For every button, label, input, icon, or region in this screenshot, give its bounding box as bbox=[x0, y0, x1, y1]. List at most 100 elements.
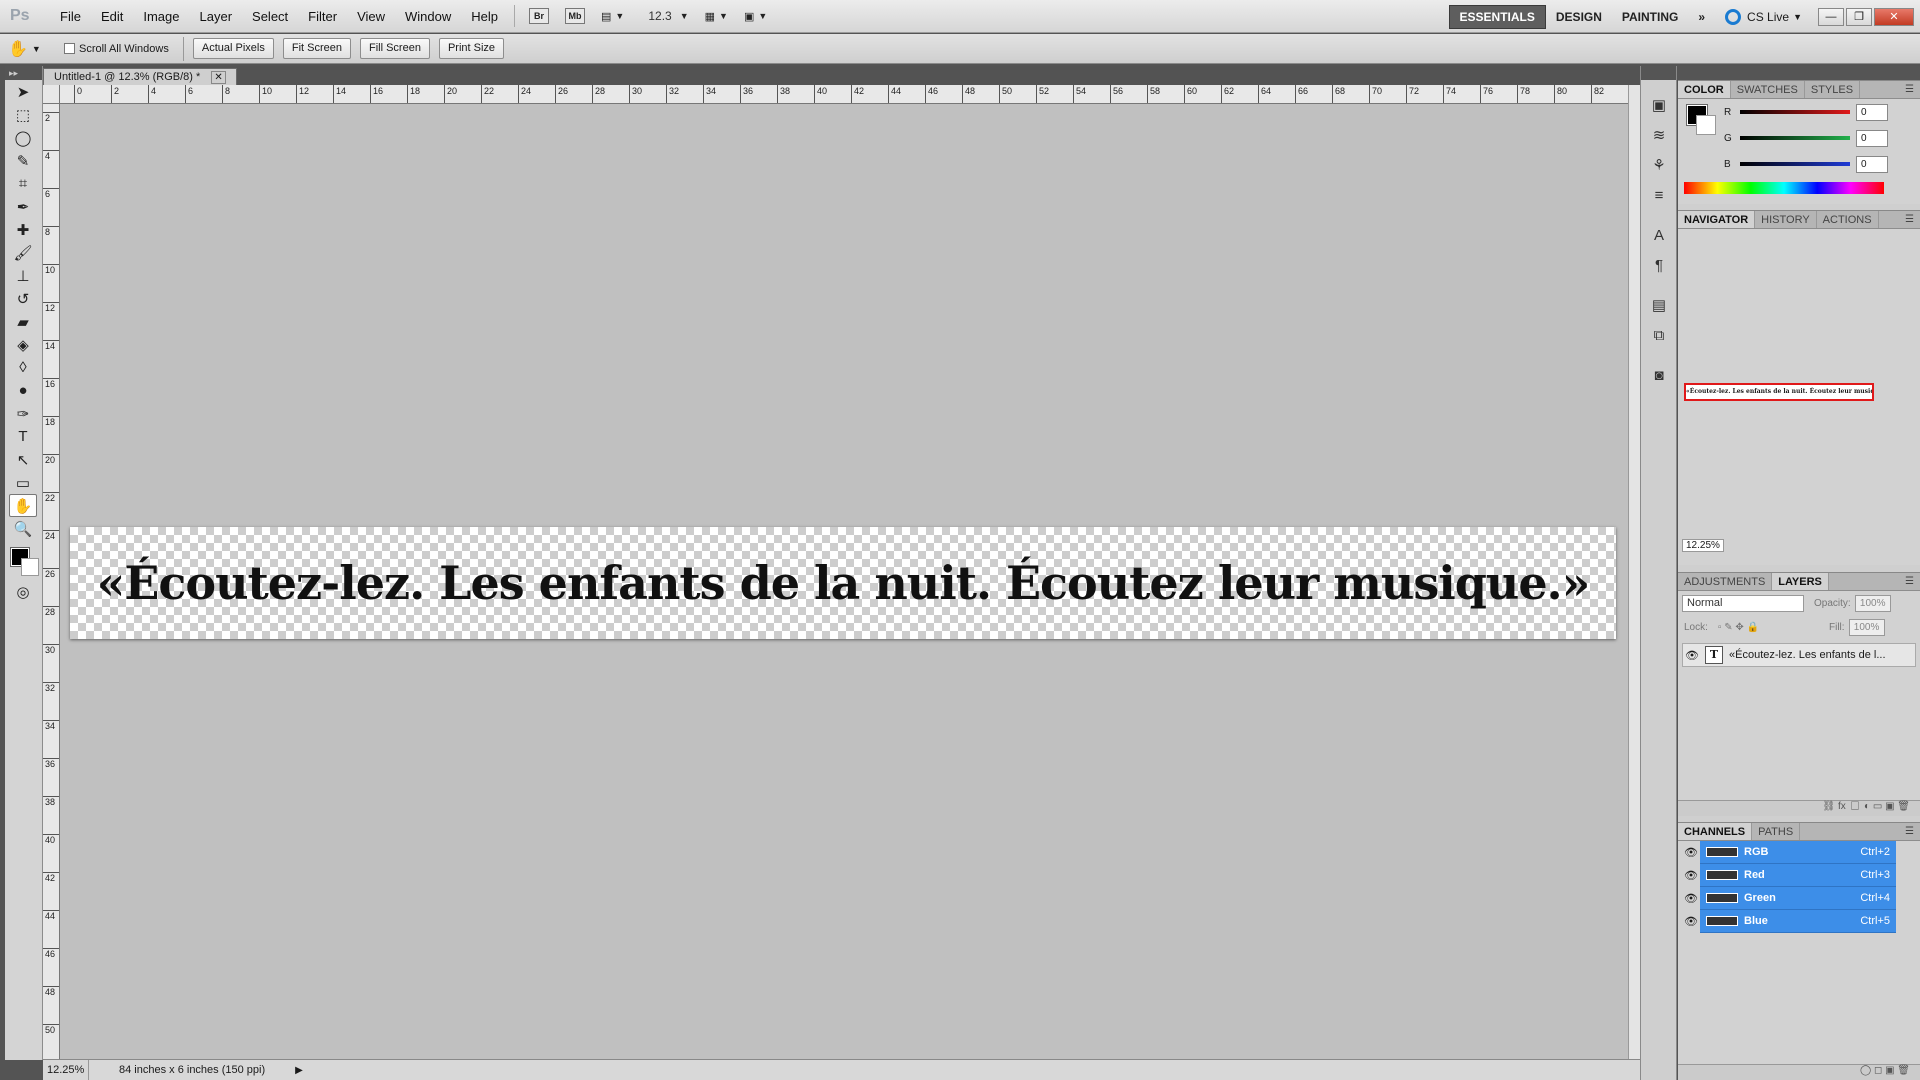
crop-tool-icon[interactable]: ⌗ bbox=[5, 172, 41, 195]
opacity-field[interactable]: 100% bbox=[1854, 594, 1891, 612]
notes-icon[interactable]: ▤ bbox=[1641, 290, 1677, 320]
color-spectrum-bar[interactable] bbox=[1684, 182, 1884, 194]
panel-menu-icon[interactable]: ☰ bbox=[1899, 573, 1920, 590]
document-tab[interactable]: Untitled-1 @ 12.3% (RGB/8) * ✕ bbox=[43, 68, 237, 85]
actual-pixels-button[interactable]: Actual Pixels bbox=[192, 38, 274, 59]
menu-help[interactable]: Help bbox=[461, 0, 508, 33]
layer-comps-icon[interactable]: ⧉ bbox=[1641, 320, 1677, 350]
tab-navigator[interactable]: NAVIGATOR bbox=[1678, 211, 1756, 228]
animation-icon[interactable]: ◙ bbox=[1641, 360, 1677, 390]
tool-preset-picker[interactable]: ✋ ▼ bbox=[8, 37, 48, 61]
menu-view[interactable]: View bbox=[347, 0, 395, 33]
tab-styles[interactable]: STYLES bbox=[1805, 81, 1861, 98]
tab-color[interactable]: COLOR bbox=[1678, 81, 1731, 98]
color-background-swatch[interactable] bbox=[1696, 115, 1716, 135]
hand-tool-icon[interactable]: ✋ bbox=[9, 494, 37, 517]
horizontal-ruler[interactable]: 0 2 4 6 8 10 12 14 16 18 20 22 24 26 28 30 32 34 36 38 40 42 4… bbox=[60, 85, 1628, 104]
cs-live-button[interactable]: CS Live ▼ bbox=[1725, 8, 1802, 25]
character-panel-icon[interactable]: A bbox=[1641, 220, 1677, 250]
menu-layer[interactable]: Layer bbox=[190, 0, 243, 33]
panel-menu-icon[interactable]: ☰ bbox=[1899, 823, 1920, 840]
navigator-thumbnail[interactable]: «Écoutez-lez. Les enfants de la nuit. Éc… bbox=[1684, 383, 1874, 401]
channel-row-red[interactable]: 👁 Red Ctrl+3 bbox=[1682, 864, 1920, 887]
lasso-tool-icon[interactable]: ◯ bbox=[5, 126, 41, 149]
quick-mask-icon[interactable]: ◎ bbox=[5, 580, 41, 603]
shape-tool-icon[interactable]: ▭ bbox=[5, 471, 41, 494]
fit-screen-button[interactable]: Fit Screen bbox=[282, 38, 351, 59]
healing-brush-tool-icon[interactable]: ✚ bbox=[5, 218, 41, 241]
menu-image[interactable]: Image bbox=[133, 0, 189, 33]
move-tool-icon[interactable]: ➤ bbox=[5, 80, 41, 103]
eraser-tool-icon[interactable]: ▰ bbox=[5, 310, 41, 333]
red-value-field[interactable]: 0 bbox=[1856, 103, 1888, 121]
tab-history[interactable]: HISTORY bbox=[1755, 211, 1817, 228]
channel-row-rgb[interactable]: 👁 RGB Ctrl+2 bbox=[1682, 841, 1920, 864]
blue-value-field[interactable]: 0 bbox=[1856, 155, 1888, 173]
document-canvas[interactable]: «Écoutez-lez. Les enfants de la nuit. Éc… bbox=[70, 527, 1616, 639]
tab-layers[interactable]: LAYERS bbox=[1772, 573, 1829, 590]
workspace-design[interactable]: DESIGN bbox=[1546, 6, 1612, 28]
marquee-tool-icon[interactable]: ⬚ bbox=[5, 103, 41, 126]
ruler-origin[interactable] bbox=[43, 85, 60, 104]
paint-bucket-tool-icon[interactable]: ◈ bbox=[5, 333, 41, 356]
menu-select[interactable]: Select bbox=[242, 0, 298, 33]
vertical-ruler[interactable]: 2 4 6 8 10 12 14 16 18 20 22 24 26 28 30 32 34 36 38 40 42 44… bbox=[43, 104, 60, 1059]
clone-source-icon[interactable]: ⚘ bbox=[1641, 150, 1677, 180]
eye-icon[interactable]: 👁 bbox=[1682, 846, 1700, 859]
eye-icon[interactable]: 👁 bbox=[1682, 869, 1700, 882]
close-button[interactable]: ✕ bbox=[1874, 7, 1914, 26]
green-value-field[interactable]: 0 bbox=[1856, 129, 1888, 147]
paragraph-panel-icon[interactable]: ¶ bbox=[1641, 250, 1677, 280]
bridge-button[interactable]: Br bbox=[525, 5, 553, 27]
layers-footer-icons[interactable]: ⛓ fx ◻ ◐ ▭ ▣ 🗑 bbox=[1678, 800, 1920, 816]
layer-row-text[interactable]: 👁 T «Écoutez-lez. Les enfants de l... bbox=[1682, 643, 1916, 667]
tools-panel-collapse[interactable]: ▸▸ bbox=[5, 66, 42, 80]
menu-file[interactable]: File bbox=[50, 0, 91, 33]
eye-icon[interactable]: 👁 bbox=[1682, 892, 1700, 905]
status-menu-arrow-icon[interactable]: ▶ bbox=[295, 1065, 303, 1076]
quick-selection-tool-icon[interactable]: ✎ bbox=[5, 149, 41, 172]
pen-tool-icon[interactable]: ✑ bbox=[5, 402, 41, 425]
menu-window[interactable]: Window bbox=[395, 0, 461, 33]
fill-screen-button[interactable]: Fill Screen bbox=[359, 38, 430, 59]
arrange-documents-button[interactable]: ▦ ▼ bbox=[701, 5, 732, 27]
channels-footer-icons[interactable]: ◯ ◻ ▣ 🗑 bbox=[1678, 1064, 1920, 1080]
panel-menu-icon[interactable]: ☰ bbox=[1899, 211, 1920, 228]
red-slider[interactable] bbox=[1740, 110, 1850, 114]
clone-stamp-tool-icon[interactable]: ⊥ bbox=[5, 264, 41, 287]
more-workspaces-button[interactable]: » bbox=[1688, 6, 1715, 28]
fill-field[interactable]: 100% bbox=[1848, 618, 1885, 636]
mini-bridge-icon[interactable]: ▣ bbox=[1641, 90, 1677, 120]
background-color-swatch[interactable] bbox=[21, 558, 39, 576]
close-tab-icon[interactable]: ✕ bbox=[211, 71, 226, 84]
blend-mode-dropdown[interactable]: Normal bbox=[1682, 594, 1804, 612]
tool-presets-icon[interactable]: ≡ bbox=[1641, 180, 1677, 210]
blue-slider[interactable] bbox=[1740, 162, 1850, 166]
view-extras-button[interactable]: ▤ ▼ bbox=[597, 5, 628, 27]
panels-header[interactable] bbox=[1678, 66, 1920, 80]
mini-bridge-button[interactable]: Mb bbox=[561, 5, 589, 27]
channel-row-green[interactable]: 👁 Green Ctrl+4 bbox=[1682, 887, 1920, 910]
workspace-painting[interactable]: PAINTING bbox=[1612, 6, 1688, 28]
workspace-essentials[interactable]: ESSENTIALS bbox=[1448, 4, 1546, 29]
lock-icons[interactable]: ▫ ✎ ✥ 🔒 bbox=[1718, 622, 1759, 633]
screen-mode-button[interactable]: ▣ ▼ bbox=[740, 5, 771, 27]
tab-adjustments[interactable]: ADJUSTMENTS bbox=[1678, 573, 1773, 590]
menu-edit[interactable]: Edit bbox=[91, 0, 133, 33]
scroll-all-windows-checkbox[interactable]: Scroll All Windows bbox=[64, 43, 169, 55]
tab-actions[interactable]: ACTIONS bbox=[1817, 211, 1879, 228]
navigator-zoom-field[interactable]: 12.25% bbox=[1682, 539, 1724, 552]
brush-tool-icon[interactable]: 🖌 bbox=[5, 241, 41, 264]
zoom-level-dropdown[interactable]: 12.3 ▼ bbox=[636, 5, 692, 27]
canvas-area[interactable]: «Écoutez-lez. Les enfants de la nuit. Éc… bbox=[60, 104, 1628, 1059]
panel-menu-icon[interactable]: ☰ bbox=[1899, 81, 1920, 98]
color-swatches[interactable] bbox=[5, 540, 42, 580]
channel-row-blue[interactable]: 👁 Blue Ctrl+5 bbox=[1682, 910, 1920, 933]
minimize-button[interactable]: — bbox=[1818, 7, 1844, 26]
vertical-scrollbar[interactable] bbox=[1628, 85, 1640, 1059]
eye-icon[interactable]: 👁 bbox=[1683, 649, 1701, 662]
blur-tool-icon[interactable]: ◊ bbox=[5, 356, 41, 379]
restore-button[interactable]: ❐ bbox=[1846, 7, 1872, 26]
menu-filter[interactable]: Filter bbox=[298, 0, 347, 33]
tab-paths[interactable]: PATHS bbox=[1752, 823, 1801, 840]
